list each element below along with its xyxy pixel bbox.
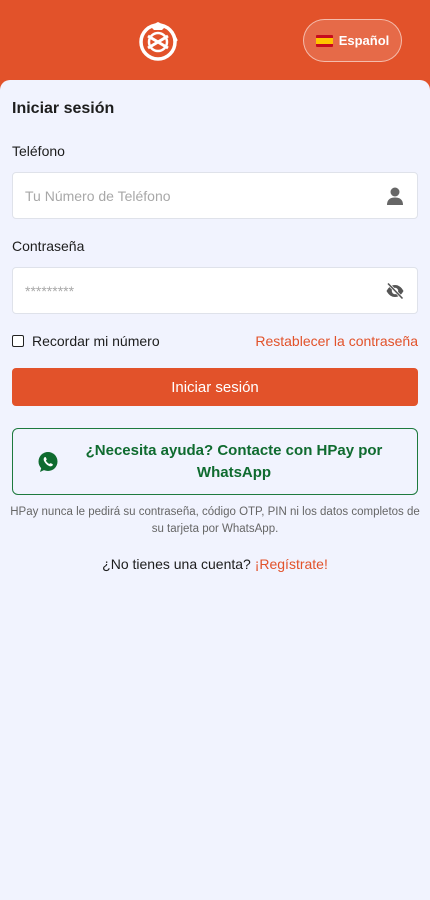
reset-password-link[interactable]: Restablecer la contraseña	[255, 333, 418, 349]
eye-off-icon[interactable]	[385, 281, 405, 301]
remember-number-option[interactable]: Recordar mi número	[12, 333, 160, 349]
phone-field	[12, 172, 418, 219]
user-icon	[387, 187, 403, 205]
whatsapp-help-text: ¿Necesita ayuda? Contacte con HPay por W…	[85, 441, 383, 481]
login-button[interactable]: Iniciar sesión	[12, 368, 418, 406]
signup-link[interactable]: ¡Regístrate!	[255, 556, 328, 572]
phone-label: Teléfono	[12, 143, 65, 159]
language-label: Español	[338, 33, 390, 48]
signup-question: ¿No tienes una cuenta?	[102, 556, 251, 572]
spain-flag-icon	[315, 34, 333, 47]
brand-logo-icon	[139, 22, 178, 61]
whatsapp-icon	[38, 451, 58, 472]
login-card: Iniciar sesión Teléfono Contraseña Recor…	[0, 80, 430, 900]
phone-input[interactable]	[13, 173, 373, 218]
whatsapp-help-button[interactable]: ¿Necesita ayuda? Contacte con HPay por W…	[12, 428, 418, 495]
signup-prompt: ¿No tienes una cuenta? ¡Regístrate!	[0, 556, 430, 572]
password-input[interactable]	[13, 268, 373, 313]
remember-label: Recordar mi número	[32, 333, 160, 349]
language-selector-button[interactable]: Español	[303, 19, 402, 62]
header-bar: Español	[0, 0, 430, 84]
page-title: Iniciar sesión	[12, 100, 115, 117]
security-notice: HPay nunca le pedirá su contraseña, códi…	[10, 506, 420, 535]
password-field	[12, 267, 418, 314]
password-label: Contraseña	[12, 238, 85, 254]
remember-checkbox[interactable]	[12, 335, 24, 347]
